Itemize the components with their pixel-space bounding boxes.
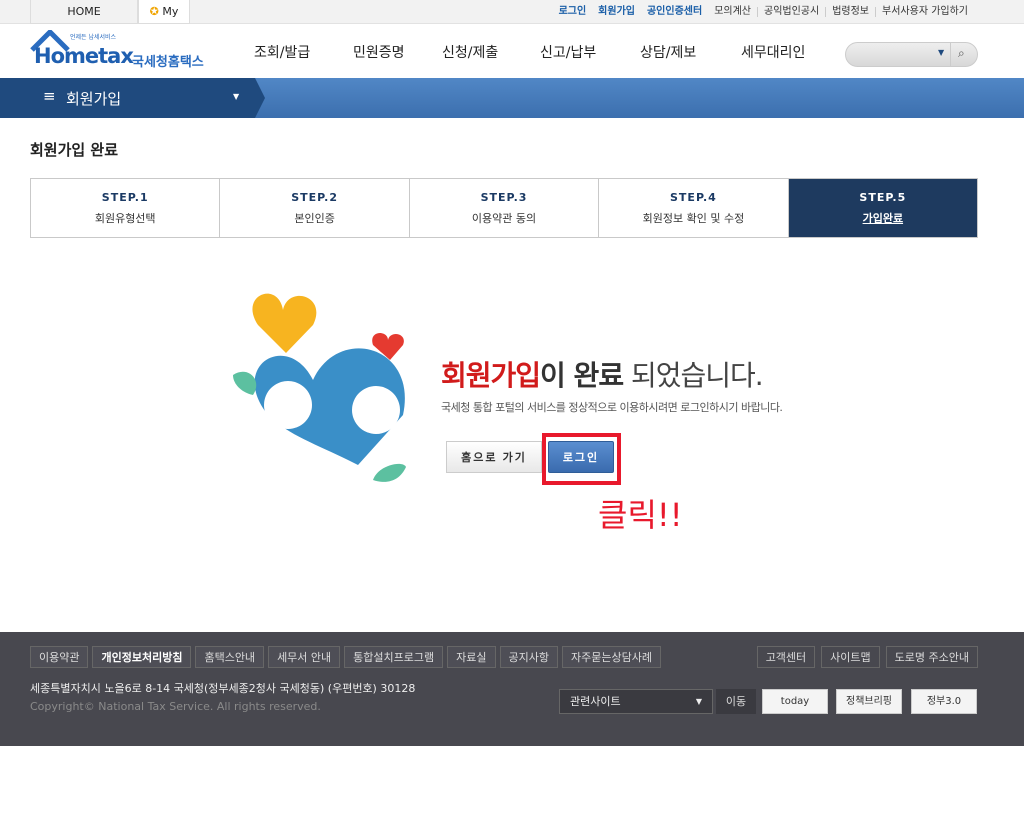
banner-today[interactable]: today xyxy=(762,689,828,714)
logo-text: Hometax xyxy=(34,44,134,68)
go-button[interactable]: 이동 xyxy=(716,689,756,714)
footer-copyright: Copyright© National Tax Service. All rig… xyxy=(30,700,321,713)
my-nts-tab[interactable]: ✪ My NTS xyxy=(138,0,190,42)
footer-notice-link[interactable]: 공지사항 xyxy=(499,646,558,668)
hometax-logo[interactable]: 언제든 납세서비스 Hometax 국세청홈택스 xyxy=(30,30,210,72)
highlight-box xyxy=(542,433,621,485)
hearts-illustration xyxy=(233,293,406,482)
menu-icon: ≡ xyxy=(43,87,56,105)
chevron-down-icon[interactable]: ▼ xyxy=(938,48,944,57)
nav-inquiry[interactable]: 조회/발급 xyxy=(254,24,310,78)
util-dept-link[interactable]: 부서사용자 가입하기 xyxy=(875,7,974,17)
click-annotation: 클릭!! xyxy=(598,496,683,534)
footer-terms-link[interactable]: 이용약관 xyxy=(30,646,89,668)
footer-address-link[interactable]: 도로명 주소안내 xyxy=(885,646,978,668)
search-input[interactable]: ▼ ⌕ xyxy=(845,42,978,67)
step-5-active: STEP.5 가입완료 xyxy=(787,179,978,237)
nav-report[interactable]: 신고/납부 xyxy=(540,24,596,78)
footer-office-link[interactable]: 세무서 안내 xyxy=(268,646,341,668)
util-login-link[interactable]: 로그인 xyxy=(553,7,593,17)
home-tab[interactable]: HOME xyxy=(30,0,138,24)
util-law-link[interactable]: 법령정보 xyxy=(825,7,875,17)
footer-address: 세종특별자치시 노을6로 8-14 국세청(정부세종2청사 국세청동) (우편번… xyxy=(30,682,416,695)
util-signup-link[interactable]: 회원가입 xyxy=(592,7,641,17)
chevron-down-icon: ▼ xyxy=(233,92,240,101)
step-1: STEP.1 회원유형선택 xyxy=(94,191,156,225)
completion-message: 회원가입이 완료 되었습니다. xyxy=(441,359,764,392)
footer-guide-link[interactable]: 홈택스안내 xyxy=(195,646,265,668)
footer-install-link[interactable]: 통합설치프로그램 xyxy=(344,646,444,668)
footer-library-link[interactable]: 자료실 xyxy=(447,646,496,668)
footer-privacy-link[interactable]: 개인정보처리방침 xyxy=(92,646,192,668)
util-cert-link[interactable]: 공인인증센터 xyxy=(641,7,708,17)
logo-tagline: 언제든 납세서비스 xyxy=(70,34,117,41)
sub-nav-menu[interactable]: ≡ 회원가입 ▼ xyxy=(0,78,255,118)
footer: 이용약관 개인정보처리방침 홈택스안내 세무서 안내 통합설치프로그램 자료실 … xyxy=(0,632,1024,746)
footer-faq-link[interactable]: 자주묻는상담사례 xyxy=(562,646,661,668)
sub-nav-label: 회원가입 xyxy=(66,90,122,108)
top-utility-bar: HOME ✪ My NTS 로그인 회원가입 공인인증센터 모의계산 공익법인공… xyxy=(0,0,1024,42)
banner-gov30[interactable]: 정부3.0 xyxy=(911,689,977,714)
star-icon: ✪ xyxy=(149,5,159,18)
logo-kr: 국세청홈택스 xyxy=(132,55,204,70)
chevron-down-icon: ▼ xyxy=(695,697,702,706)
footer-sitemap-link[interactable]: 사이트맵 xyxy=(821,646,880,668)
nav-apply[interactable]: 신청/제출 xyxy=(442,24,498,78)
util-public-link[interactable]: 공익법인공시 xyxy=(757,7,825,17)
page-title: 회원가입 완료 xyxy=(30,141,119,159)
util-calc-link[interactable]: 모의계산 xyxy=(708,7,757,17)
go-home-button[interactable]: 홈으로 가기 xyxy=(446,441,542,473)
search-icon[interactable]: ⌕ xyxy=(958,46,965,61)
completion-subtext: 국세청 통합 포털의 서비스를 정상적으로 이용하시려면 로그인하시기 바랍니다… xyxy=(441,401,783,414)
nav-consult[interactable]: 상담/제보 xyxy=(640,24,696,78)
banner-briefing[interactable]: 정책브리핑 xyxy=(836,689,902,714)
step-indicator: STEP.1 회원유형선택 STEP.2 본인인증 STEP.3 이용약관 동의 ST… xyxy=(30,178,978,238)
related-sites-select[interactable]: 관련사이트 ▼ xyxy=(559,689,713,714)
step-4: STEP.4 회원정보 확인 및 수정 xyxy=(598,179,787,237)
nav-agent[interactable]: 세무대리인 xyxy=(741,24,805,78)
step-2: STEP.2 본인인증 xyxy=(219,179,408,237)
step-3: STEP.3 이용약관 동의 xyxy=(408,179,598,237)
header: 언제든 납세서비스 Hometax 국세청홈택스 조회/발급 민원증명 신청/제… xyxy=(0,24,1024,78)
footer-customer-link[interactable]: 고객센터 xyxy=(756,646,816,668)
nav-civil[interactable]: 민원증명 xyxy=(353,24,405,78)
